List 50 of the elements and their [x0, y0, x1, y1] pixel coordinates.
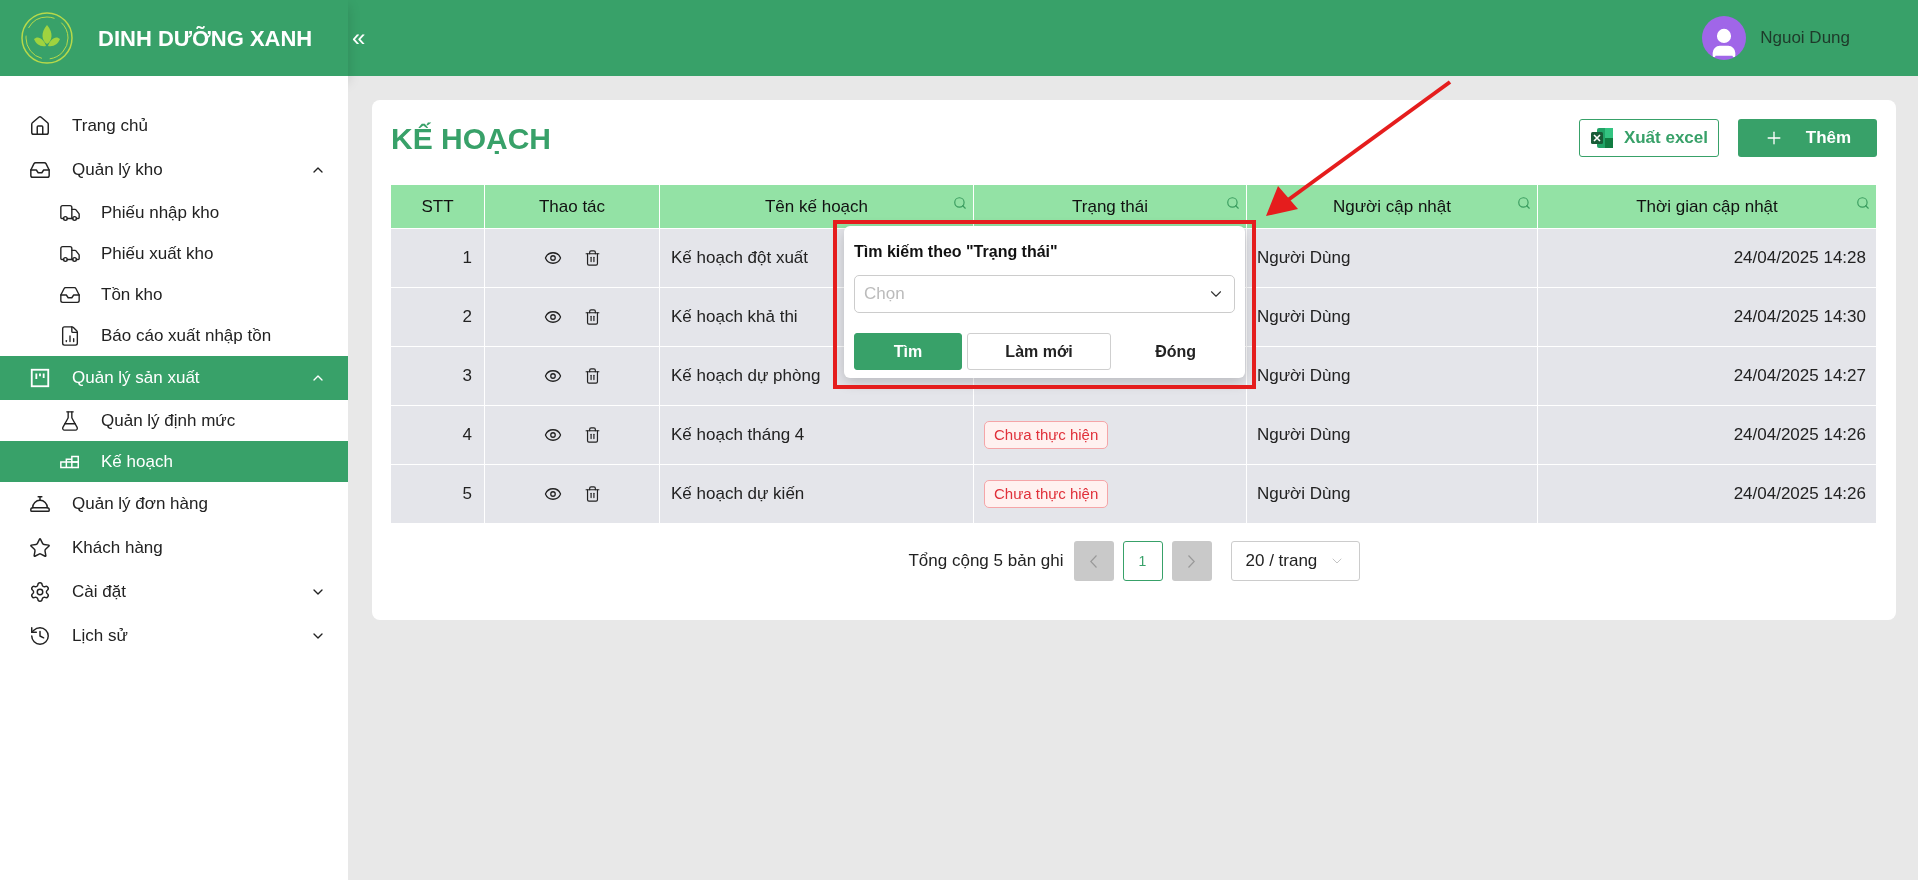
popup-button[interactable]: Làm mới	[966, 333, 1112, 370]
menu-icon	[29, 115, 51, 137]
menu-icon	[29, 493, 51, 515]
spreadsheet-icon	[1589, 127, 1614, 149]
trash-icon[interactable]	[583, 485, 601, 503]
column-header: Thời gian cập nhật	[1538, 185, 1876, 228]
trash-icon[interactable]	[583, 367, 601, 385]
user-avatar[interactable]	[1702, 16, 1747, 60]
status-tag: Chưa thực hiện	[984, 420, 1109, 450]
menu-icon	[29, 537, 51, 559]
menu-icon	[29, 367, 51, 389]
view-icon[interactable]	[543, 367, 562, 385]
record-total: Tổng cộng 5 bản ghi	[908, 550, 1064, 573]
trash-icon[interactable]	[583, 308, 601, 326]
sidebar-item[interactable]: Lịch sử	[0, 614, 348, 658]
status-tag: Chưa thực hiện	[984, 479, 1109, 509]
menu-icon	[29, 625, 51, 647]
sidebar-item[interactable]: Trang chủ	[0, 104, 348, 148]
view-icon[interactable]	[543, 426, 562, 444]
sidebar-subitem[interactable]: Quản lý định mức	[0, 400, 348, 441]
table-cell-text: 24/04/2025 14:30	[1732, 306, 1867, 329]
table-cell: Kế hoạch dự kiến	[660, 465, 974, 523]
view-icon[interactable]	[543, 485, 562, 503]
sidebar-subitem[interactable]: Tồn kho	[0, 274, 348, 315]
table-cell-text: 24/04/2025 14:27	[1732, 365, 1867, 388]
table-cell: Người Dùng	[1247, 465, 1538, 523]
sidebar-subitem[interactable]: Phiếu nhập kho	[0, 192, 348, 233]
sidebar-item[interactable]: Khách hàng	[0, 526, 348, 570]
trash-icon[interactable]	[583, 426, 601, 444]
view-icon[interactable]	[543, 308, 562, 326]
sidebar-subitem[interactable]: Phiếu xuất kho	[0, 233, 348, 274]
leaf-logo	[20, 11, 74, 65]
menu-icon	[29, 159, 51, 181]
chevron-left-icon	[1090, 554, 1097, 568]
trash-icon[interactable]	[583, 249, 601, 267]
chevron-right-icon	[1188, 554, 1195, 568]
table-cell-text: 24/04/2025 14:28	[1732, 247, 1867, 270]
table-cell-text: 24/04/2025 14:26	[1732, 424, 1867, 447]
page-title: KẾ HOẠCH	[391, 120, 551, 157]
sidebar-item[interactable]: Quản lý kho	[0, 148, 348, 192]
sidebar-subitem[interactable]: Báo cáo xuất nhập tồn	[0, 315, 348, 356]
user-name: Nguoi Dung	[1760, 27, 1850, 50]
menu-icon	[29, 581, 51, 603]
brand-title: DINH DƯỠNG XANH	[98, 24, 313, 53]
sidebar-item[interactable]: Cài đặt	[0, 570, 348, 614]
table-cell: 5	[391, 465, 485, 523]
sidebar-item[interactable]: Quản lý đơn hàng	[0, 482, 348, 526]
view-icon[interactable]	[543, 249, 562, 267]
page-size-select[interactable]: 20 / trang	[1230, 541, 1360, 581]
table-cell-text: 24/04/2025 14:26	[1732, 483, 1867, 506]
